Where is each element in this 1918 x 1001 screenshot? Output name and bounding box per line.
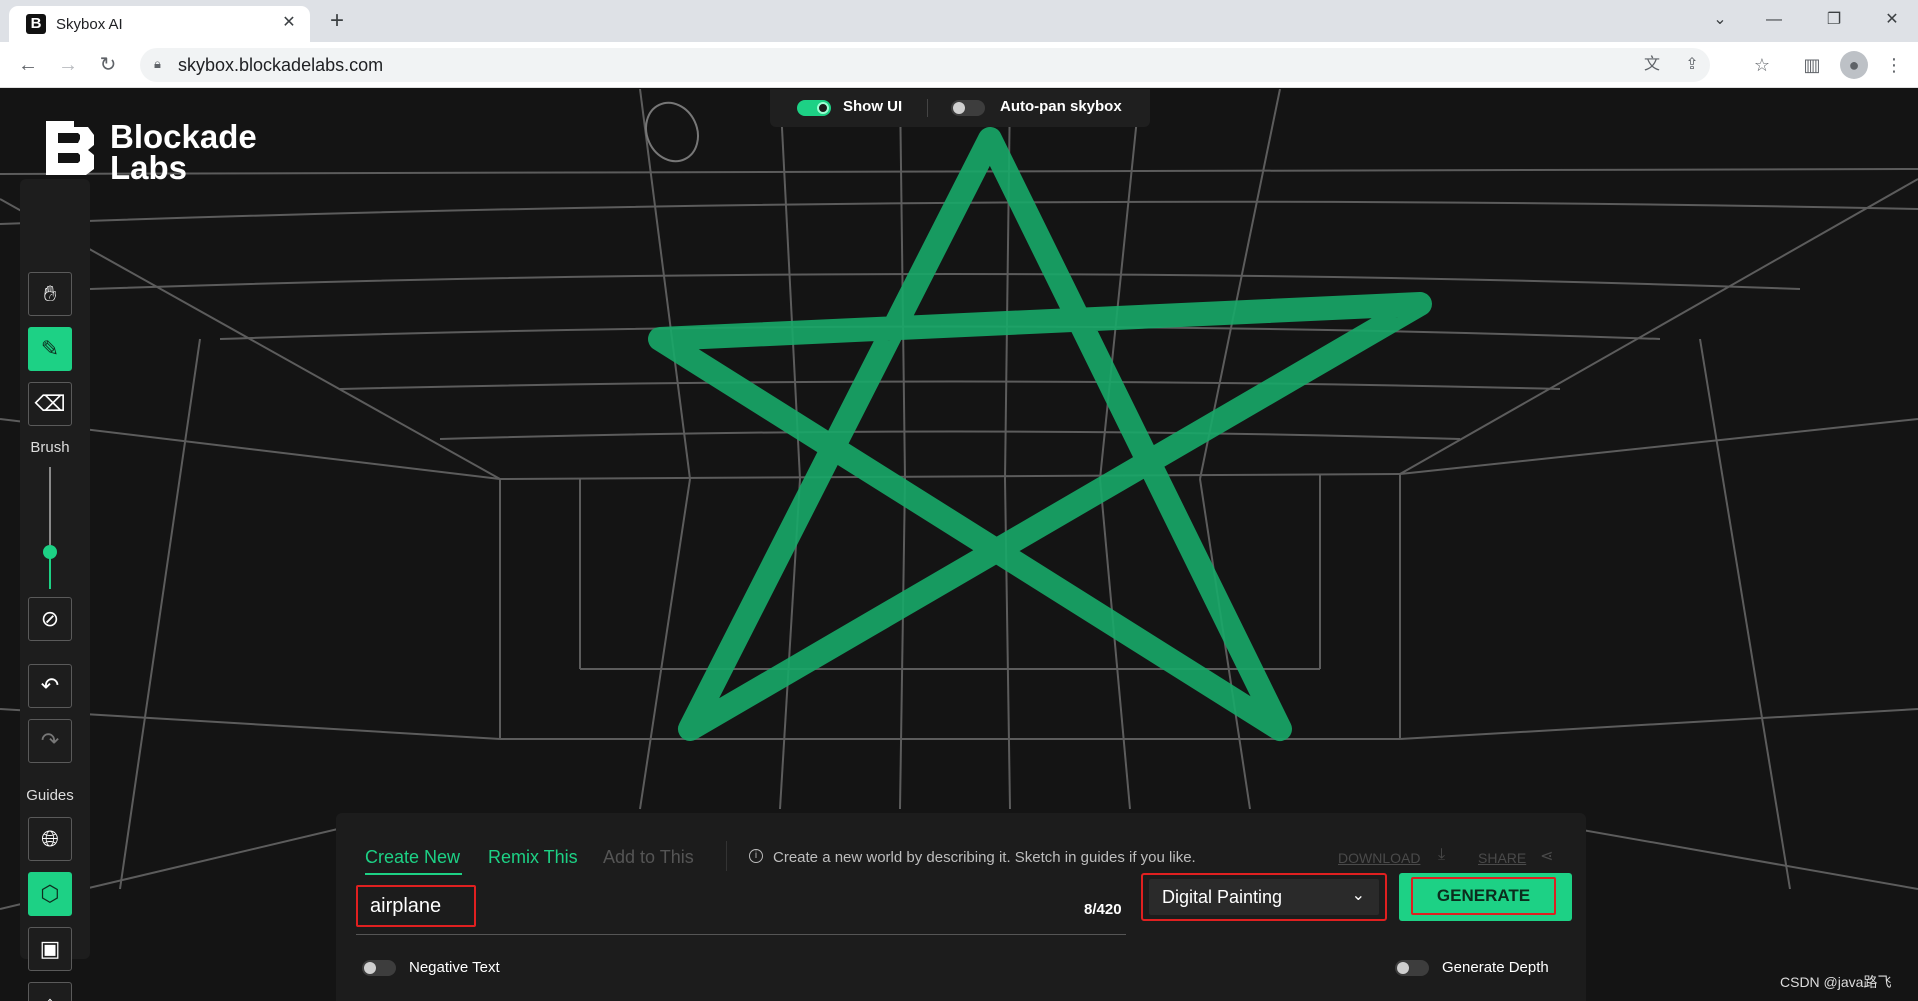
menu-icon[interactable]: ⋮ bbox=[1880, 51, 1908, 79]
tool-sidebar: ✋︎ ✎ ⌫ Brush ⊘ ↶ ↷ Guides 🌐︎ ⬡ ▣ ⌂ bbox=[20, 179, 90, 1001]
top-toggle-bar: Show UI Auto-pan skybox bbox=[770, 89, 1150, 127]
style-select[interactable]: Digital Painting ⌄ bbox=[1141, 873, 1387, 921]
minimize-button[interactable]: — bbox=[1754, 4, 1794, 36]
brush-size-handle[interactable] bbox=[43, 545, 57, 560]
share-link[interactable]: SHARE bbox=[1478, 850, 1526, 866]
tab-title: Skybox AI bbox=[56, 16, 123, 33]
url-text[interactable]: skybox.blockadelabs.com bbox=[178, 55, 383, 76]
eraser-tool-button[interactable]: ⌫ bbox=[28, 382, 72, 426]
eraser-icon: ⌫ bbox=[34, 391, 66, 416]
favicon-icon: B bbox=[26, 14, 46, 34]
guides-label: Guides bbox=[26, 787, 74, 804]
generate-label: GENERATE bbox=[1411, 877, 1556, 915]
sidepanel-icon[interactable]: ▥ bbox=[1798, 51, 1826, 79]
hand-icon: ✋︎ bbox=[43, 281, 57, 306]
prompt-field bbox=[356, 885, 1126, 935]
window-close-button[interactable]: ✕ bbox=[1872, 4, 1912, 36]
info-icon: i bbox=[749, 849, 763, 863]
active-tab-indicator bbox=[365, 873, 462, 875]
mesh-guide-button[interactable]: ⌂ bbox=[28, 982, 72, 1001]
prompt-input[interactable] bbox=[356, 885, 476, 927]
sketch-circle bbox=[645, 101, 699, 163]
logo-text: Blockade Labs bbox=[110, 118, 257, 186]
restore-button[interactable]: ❐ bbox=[1814, 4, 1854, 36]
redo-button[interactable]: ↷ bbox=[28, 719, 72, 763]
tab-add-to-this[interactable]: Add to This bbox=[603, 847, 694, 868]
tab-remix-this[interactable]: Remix This bbox=[488, 847, 578, 868]
image-guide-button[interactable]: ▣ bbox=[28, 927, 72, 971]
show-ui-label: Show UI bbox=[843, 98, 903, 115]
clear-button[interactable]: ⊘ bbox=[28, 597, 72, 641]
cube-guide-button[interactable]: ⬡ bbox=[28, 872, 72, 916]
undo-icon: ↶ bbox=[40, 673, 60, 698]
star-icon[interactable]: ☆ bbox=[1748, 51, 1776, 79]
browser-toolbar: ← → ↻ 🔒︎ skybox.blockadelabs.com 文 ⇪ ☆ ▥… bbox=[0, 42, 1918, 88]
browser-tabbar: B Skybox AI ✕ + ⌄ — ❐ ✕ bbox=[0, 0, 1918, 42]
image-icon: ▣ bbox=[39, 936, 61, 961]
forward-icon[interactable]: → bbox=[54, 51, 82, 79]
negative-text-toggle[interactable] bbox=[362, 960, 396, 976]
prompt-panel: Create New Remix This Add to This i Crea… bbox=[336, 813, 1586, 1001]
translate-icon[interactable]: 文 bbox=[1640, 53, 1664, 77]
negative-text-label: Negative Text bbox=[409, 959, 500, 976]
generate-depth-toggle[interactable] bbox=[1395, 960, 1429, 976]
auto-pan-toggle[interactable] bbox=[951, 100, 985, 116]
download-icon[interactable]: ⤓ bbox=[1438, 846, 1445, 864]
chevron-down-icon: ⌄ bbox=[1351, 887, 1365, 904]
globe-icon: 🌐︎ bbox=[41, 826, 59, 851]
redo-icon: ↷ bbox=[40, 728, 60, 753]
logo-line-2: Labs bbox=[110, 149, 188, 186]
clear-icon: ⊘ bbox=[40, 606, 60, 631]
share-icon[interactable]: ⇪ bbox=[1680, 53, 1704, 77]
new-tab-button[interactable]: + bbox=[322, 7, 352, 37]
profile-icon[interactable]: ● bbox=[1840, 51, 1868, 79]
auto-pan-label: Auto-pan skybox bbox=[1000, 98, 1122, 115]
skybox-viewport[interactable]: Blockade Labs Show UI Auto-pan skybox ✋︎… bbox=[0, 89, 1918, 1001]
blockade-labs-logo[interactable]: Blockade Labs bbox=[44, 119, 284, 184]
sketch-star bbox=[648, 127, 1432, 741]
brush-icon: ✎ bbox=[40, 336, 60, 361]
brush-label: Brush bbox=[30, 439, 70, 456]
panel-divider bbox=[726, 841, 727, 871]
address-bar[interactable]: 🔒︎ skybox.blockadelabs.com 文 ⇪ bbox=[140, 48, 1710, 82]
cube-icon: ⬡ bbox=[40, 881, 60, 906]
character-counter: 8/420 bbox=[1084, 901, 1122, 918]
generate-depth-label: Generate Depth bbox=[1442, 959, 1549, 976]
style-select-box[interactable]: Digital Painting ⌄ bbox=[1149, 879, 1379, 915]
tab-search-icon[interactable]: ⌄ bbox=[1700, 4, 1740, 36]
brush-tool-button[interactable]: ✎ bbox=[28, 327, 72, 371]
tab-create-new[interactable]: Create New bbox=[365, 847, 460, 868]
mesh-icon: ⌂ bbox=[43, 991, 56, 1001]
hint-text: Create a new world by describing it. Ske… bbox=[773, 849, 1196, 866]
hand-tool-button[interactable]: ✋︎ bbox=[28, 272, 72, 316]
lock-icon[interactable]: 🔒︎ bbox=[154, 56, 168, 74]
show-ui-toggle[interactable] bbox=[797, 100, 831, 116]
tab-close-icon[interactable]: ✕ bbox=[278, 12, 300, 34]
toggle-divider bbox=[927, 99, 928, 117]
browser-tab[interactable]: B Skybox AI ✕ bbox=[9, 6, 310, 42]
reload-icon[interactable]: ↻ bbox=[94, 51, 122, 79]
logo-line-1: Blockade bbox=[110, 118, 257, 155]
undo-button[interactable]: ↶ bbox=[28, 664, 72, 708]
globe-guide-button[interactable]: 🌐︎ bbox=[28, 817, 72, 861]
back-icon[interactable]: ← bbox=[14, 51, 42, 79]
generate-button[interactable]: GENERATE bbox=[1399, 873, 1572, 921]
download-link[interactable]: DOWNLOAD bbox=[1338, 850, 1420, 866]
csdn-watermark: CSDN @java路飞 bbox=[1780, 974, 1892, 990]
logo-icon bbox=[46, 121, 94, 175]
style-select-value: Digital Painting bbox=[1162, 887, 1283, 907]
share-nodes-icon[interactable]: ⋖ bbox=[1540, 846, 1553, 866]
